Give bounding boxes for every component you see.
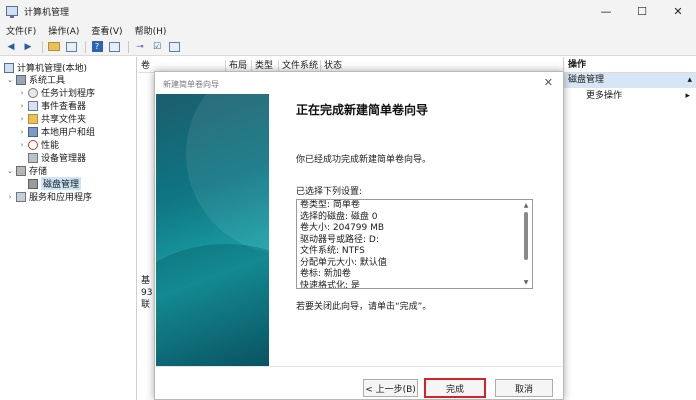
close-button[interactable]: ✕ xyxy=(660,0,696,22)
event-log-icon xyxy=(28,100,38,111)
setting-volume-label: 卷标: 新加卷 xyxy=(300,269,351,279)
tree-item-disk-management[interactable]: 磁盘管理 xyxy=(26,177,82,190)
tree-item-shared-folders[interactable]: › 共享文件夹 xyxy=(18,112,86,125)
setting-file-system: 文件系统: NTFS xyxy=(300,246,365,256)
setting-quick-format: 快速格式化: 是 xyxy=(300,280,360,289)
wizard-banner-image xyxy=(156,94,269,366)
collapse-up-icon[interactable]: ▴ xyxy=(687,73,692,88)
back-arrow-icon[interactable]: ◀ xyxy=(4,40,18,54)
setting-drive-letter: 驱动器号或路径: D: xyxy=(300,234,379,245)
disk-icon xyxy=(28,178,38,189)
navigation-tree: 计算机管理(本地) ⌄ 系统工具 › 任务计划程序 › 事件查看器 › 共享文件… xyxy=(0,57,137,400)
tree-item-device-manager[interactable]: 设备管理器 xyxy=(26,151,86,164)
tree-item-performance[interactable]: › 性能 xyxy=(18,138,59,151)
cancel-button[interactable]: 取消 xyxy=(495,379,553,397)
collapsed-chevron-icon[interactable]: › xyxy=(6,193,14,201)
tree-item-local-users[interactable]: › 本地用户和组 xyxy=(18,125,95,138)
connect-icon[interactable]: ⊸ xyxy=(133,40,147,54)
users-icon xyxy=(28,126,38,137)
tree-item-storage[interactable]: ⌄ 存储 xyxy=(6,164,47,177)
actions-header: 操作 xyxy=(564,57,696,73)
collapsed-chevron-icon[interactable]: › xyxy=(18,115,26,123)
tree-item-system-tools[interactable]: ⌄ 系统工具 xyxy=(6,73,65,86)
setting-volume-size: 卷大小: 204799 MB xyxy=(300,223,385,233)
toolbar: ◀ ▶ ? ⊸ ☑ xyxy=(0,38,696,56)
up-folder-icon[interactable] xyxy=(47,40,61,54)
tree-item-services-apps[interactable]: › 服务和应用程序 xyxy=(6,190,92,203)
properties-icon[interactable] xyxy=(107,40,121,54)
title-bar: 计算机管理 — ☐ ✕ xyxy=(0,0,696,22)
tree-item-task-scheduler[interactable]: › 任务计划程序 xyxy=(18,86,95,99)
finish-button[interactable]: 完成 xyxy=(424,378,486,398)
menu-view[interactable]: 查看(V) xyxy=(91,24,122,37)
toolbar-separator xyxy=(42,40,43,53)
maximize-button[interactable]: ☐ xyxy=(624,0,660,22)
actions-section-label: 磁盘管理 xyxy=(568,75,605,85)
setting-selected-disk: 选择的磁盘: 磁盘 0 xyxy=(300,211,378,222)
setting-volume-type: 卷类型: 简单卷 xyxy=(300,200,360,210)
tree-item-event-viewer[interactable]: › 事件查看器 xyxy=(18,99,86,112)
more-actions-item[interactable]: 更多操作 ▸ xyxy=(564,88,696,104)
menu-bar: 文件(F) 操作(A) 查看(V) 帮助(H) xyxy=(0,22,696,38)
expand-chevron-icon[interactable]: ⌄ xyxy=(6,167,14,175)
device-manager-icon xyxy=(28,152,38,163)
computer-icon xyxy=(4,62,14,73)
console-icon[interactable] xyxy=(167,40,181,54)
actions-section-disk-management[interactable]: 磁盘管理 ▴ xyxy=(564,73,696,88)
collapsed-chevron-icon[interactable]: › xyxy=(18,102,26,110)
wizard-title: 新建简单卷向导 xyxy=(163,80,219,89)
actions-pane: 操作 磁盘管理 ▴ 更多操作 ▸ xyxy=(563,57,696,400)
menu-help[interactable]: 帮助(H) xyxy=(135,24,167,37)
show-hide-tree-icon[interactable] xyxy=(64,40,78,54)
new-simple-volume-wizard: 新建简单卷向导 ✕ 正在完成新建简单卷向导 你已经成功完成新建简单卷向导。 已选… xyxy=(154,71,564,400)
scroll-up-arrow-icon[interactable]: ▲ xyxy=(521,201,531,210)
storage-icon xyxy=(16,165,26,176)
setting-allocation-unit: 分配单元大小: 默认值 xyxy=(300,257,387,268)
menu-action[interactable]: 操作(A) xyxy=(48,24,79,37)
collapsed-chevron-icon[interactable]: › xyxy=(18,141,26,149)
shared-folder-icon xyxy=(28,113,38,124)
tools-icon xyxy=(16,74,26,85)
computer-management-icon xyxy=(6,6,18,18)
wizard-close-button[interactable]: ✕ xyxy=(544,76,553,89)
checklist-icon[interactable]: ☑ xyxy=(150,40,164,54)
wizard-close-instruction: 若要关闭此向导，请单击“完成”。 xyxy=(296,302,432,312)
toolbar-separator xyxy=(85,40,86,53)
collapsed-chevron-icon[interactable]: › xyxy=(18,89,26,97)
services-icon xyxy=(16,191,26,202)
wizard-footer-divider xyxy=(156,366,562,367)
scroll-thumb[interactable] xyxy=(524,212,528,260)
more-actions-label: 更多操作 xyxy=(586,91,623,101)
back-button[interactable]: < 上一步(B) xyxy=(363,379,418,397)
submenu-arrow-icon: ▸ xyxy=(685,91,690,101)
settings-summary-box[interactable]: 卷类型: 简单卷 选择的磁盘: 磁盘 0 卷大小: 204799 MB 驱动器号… xyxy=(296,199,533,289)
toolbar-separator xyxy=(128,40,129,53)
performance-icon xyxy=(28,139,38,150)
wizard-success-message: 你已经成功完成新建简单卷向导。 xyxy=(296,155,432,165)
scroll-down-arrow-icon[interactable]: ▼ xyxy=(521,278,531,287)
clock-icon xyxy=(28,87,38,98)
settings-scrollbar[interactable]: ▲ ▼ xyxy=(521,201,531,287)
menu-file[interactable]: 文件(F) xyxy=(6,24,36,37)
forward-arrow-icon[interactable]: ▶ xyxy=(21,40,35,54)
window-title: 计算机管理 xyxy=(24,7,70,18)
minimize-button[interactable]: — xyxy=(588,0,624,22)
window-controls: — ☐ ✕ xyxy=(588,0,696,22)
settings-label: 已选择下列设置: xyxy=(296,187,363,197)
help-icon[interactable]: ? xyxy=(90,40,104,54)
wizard-heading: 正在完成新建简单卷向导 xyxy=(296,103,429,117)
collapsed-chevron-icon[interactable]: › xyxy=(18,128,26,136)
expand-chevron-icon[interactable]: ⌄ xyxy=(6,76,14,84)
